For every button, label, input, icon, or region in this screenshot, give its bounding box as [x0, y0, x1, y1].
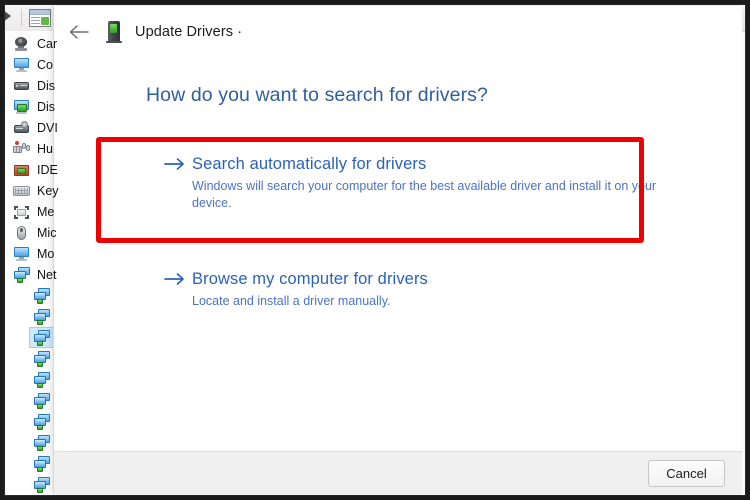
arrow-right-icon — [164, 269, 192, 286]
mouse-icon — [13, 225, 30, 241]
option-description: Windows will search your computer for th… — [192, 179, 657, 210]
dialog-title: Update Drivers · — [135, 24, 243, 40]
dvd-drive-icon — [13, 120, 30, 136]
tree-item-label: Me — [37, 204, 55, 219]
tree-item-label: Net — [37, 267, 57, 282]
toolbar-back-arrow-icon[interactable] — [5, 10, 11, 22]
option-search-automatically[interactable]: Search automatically for drivers Windows… — [164, 154, 684, 212]
monitor-icon — [13, 246, 30, 262]
network-adapter-icon — [33, 476, 50, 493]
memory-device-icon — [13, 204, 30, 220]
network-adapter-icon — [33, 287, 50, 304]
camera-icon — [13, 36, 30, 52]
device-icon — [104, 21, 124, 43]
network-adapter-icon — [33, 329, 50, 346]
cancel-button[interactable]: Cancel — [648, 460, 725, 487]
network-adapter-icon — [33, 434, 50, 451]
tree-item-label: Dis — [37, 99, 56, 114]
tree-item-label: IDE — [37, 162, 58, 177]
ide-controller-icon — [13, 162, 30, 178]
network-adapter-icon — [33, 392, 50, 409]
network-adapter-icon — [33, 455, 50, 472]
arrow-right-icon — [164, 154, 192, 171]
tree-item-label: Mo — [37, 246, 55, 261]
option-title[interactable]: Search automatically for drivers — [192, 154, 684, 175]
back-arrow-icon[interactable] — [62, 15, 96, 49]
properties-window-icon[interactable] — [29, 9, 51, 27]
display-adapter-icon — [13, 99, 30, 115]
keyboard-icon — [13, 183, 30, 199]
human-interface-device-icon — [13, 140, 30, 157]
tree-item-label: Mic — [37, 225, 57, 240]
option-title[interactable]: Browse my computer for drivers — [192, 269, 684, 290]
network-adapter-icon — [33, 350, 50, 367]
network-adapter-icon — [13, 266, 30, 283]
tree-item-label: Hu — [37, 141, 53, 156]
tree-item-label: Car — [37, 36, 58, 51]
tree-item-label: Dis — [37, 78, 56, 93]
toolbar-separator — [21, 9, 22, 27]
tree-item-label: Key — [37, 183, 59, 198]
dialog-header: Update Drivers · — [54, 6, 742, 58]
dialog-footer: Cancel — [54, 451, 742, 494]
tree-item-label: Co — [37, 57, 53, 72]
screenshot-root: Car Co Dis Dis DVI Hu IDE Key Me Mic Mo Net Update … — [0, 0, 750, 500]
computer-monitor-icon — [13, 57, 30, 73]
disk-drive-icon — [13, 78, 30, 94]
network-adapter-icon — [33, 413, 50, 430]
dialog-heading: How do you want to search for drivers? — [146, 84, 488, 106]
option-description: Locate and install a driver manually. — [192, 294, 391, 308]
tree-item-label: DVI — [37, 120, 58, 135]
update-drivers-dialog: Update Drivers · How do you want to sear… — [53, 6, 742, 494]
network-adapter-icon — [33, 308, 50, 325]
network-adapter-icon — [33, 371, 50, 388]
option-browse-my-computer[interactable]: Browse my computer for drivers Locate an… — [164, 269, 684, 310]
